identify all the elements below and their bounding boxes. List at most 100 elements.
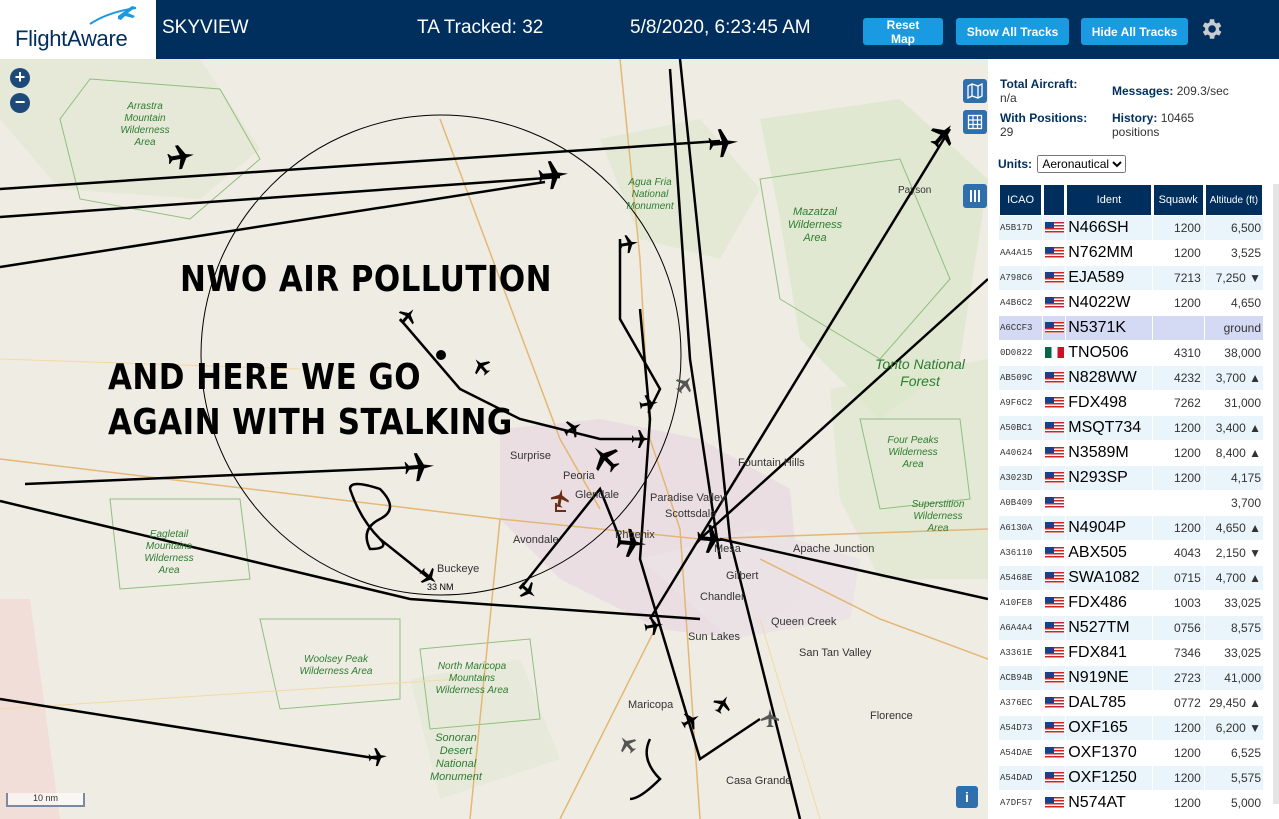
column-header-flag[interactable] bbox=[1043, 184, 1066, 216]
icao-cell: A376EC bbox=[999, 691, 1043, 716]
info-button[interactable]: i bbox=[956, 786, 978, 808]
altitude-cell: 3,700 bbox=[1204, 491, 1263, 516]
units-select[interactable]: Aeronautical bbox=[1037, 155, 1127, 173]
units-control: Units: Aeronautical bbox=[998, 155, 1127, 173]
grid-icon[interactable] bbox=[963, 110, 987, 134]
table-row[interactable]: A3023D N293SP 1200 4,175 bbox=[999, 466, 1263, 491]
ident-cell: N527TM bbox=[1066, 616, 1152, 641]
altitude-cell: 5,575 bbox=[1204, 766, 1263, 791]
flightaware-logo[interactable]: FlightAware bbox=[0, 0, 156, 59]
zoom-out-button[interactable]: − bbox=[10, 93, 30, 113]
place-label: Paradise Valley bbox=[650, 492, 726, 504]
table-row[interactable]: 0D0822 TNO506 4310 38,000 bbox=[999, 341, 1263, 366]
zoom-in-button[interactable]: + bbox=[10, 68, 30, 88]
icao-cell: A54D73 bbox=[999, 716, 1043, 741]
aircraft-table: ICAO Ident Squawk Altitude (ft) A5B17D N4… bbox=[998, 184, 1264, 816]
icao-cell: A54DAE bbox=[999, 741, 1043, 766]
place-label: Maricopa bbox=[628, 699, 674, 711]
country-flag-icon bbox=[1043, 416, 1066, 441]
us-flag-icon bbox=[1045, 422, 1065, 434]
ident-cell: EJA589 bbox=[1066, 266, 1152, 291]
table-row[interactable]: A50BC1 MSQT734 1200 3,400 ▲ bbox=[999, 416, 1263, 441]
ident-cell: TNO506 bbox=[1066, 341, 1152, 366]
table-row[interactable]: A376EC DAL785 0772 29,450 ▲ bbox=[999, 691, 1263, 716]
table-row[interactable]: A0B409 3,700 bbox=[999, 491, 1263, 516]
reset-map-button[interactable]: Reset Map bbox=[863, 18, 943, 46]
us-flag-icon bbox=[1045, 397, 1065, 409]
table-scrollbar[interactable] bbox=[1273, 184, 1279, 804]
squawk-cell: 1200 bbox=[1152, 791, 1204, 816]
squawk-cell: 7213 bbox=[1152, 266, 1204, 291]
tracked-count: TA Tracked: 32 bbox=[417, 17, 544, 38]
place-label: San Tan Valley bbox=[799, 647, 872, 659]
squawk-cell: 1200 bbox=[1152, 516, 1204, 541]
range-ring-label: 33 NM bbox=[427, 582, 454, 592]
total-aircraft: Total Aircraft: n/a bbox=[1000, 77, 1077, 105]
column-header-icao[interactable]: ICAO bbox=[999, 184, 1043, 216]
squawk-cell: 1200 bbox=[1152, 291, 1204, 316]
us-flag-icon bbox=[1045, 372, 1065, 384]
table-row[interactable]: A6A4A4 N527TM 0756 8,575 bbox=[999, 616, 1263, 641]
settings-gear-icon[interactable] bbox=[1198, 16, 1224, 42]
table-row[interactable]: A5468E SWA1082 0715 4,700 ▲ bbox=[999, 566, 1263, 591]
place-label: Buckeye bbox=[437, 563, 480, 575]
altitude-cell: 4,650 bbox=[1204, 291, 1263, 316]
ident-cell: N3589M bbox=[1066, 441, 1152, 466]
country-flag-icon bbox=[1043, 266, 1066, 291]
icao-cell: AB509C bbox=[999, 366, 1043, 391]
us-flag-icon bbox=[1045, 522, 1065, 534]
us-flag-icon bbox=[1045, 622, 1065, 634]
table-row[interactable]: A9F6C2 FDX498 7262 31,000 bbox=[999, 391, 1263, 416]
table-row[interactable]: AA4A15 N762MM 1200 3,525 bbox=[999, 241, 1263, 266]
column-header-squawk[interactable]: Squawk bbox=[1152, 184, 1204, 216]
altitude-cell: 33,025 bbox=[1204, 641, 1263, 666]
country-flag-icon bbox=[1043, 366, 1066, 391]
table-row[interactable]: A6130A N4904P 1200 4,650 ▲ bbox=[999, 516, 1263, 541]
table-row[interactable]: A36110 ABX505 4043 2,150 ▼ bbox=[999, 541, 1263, 566]
altitude-cell: 6,200 ▼ bbox=[1204, 716, 1263, 741]
us-flag-icon bbox=[1045, 472, 1065, 484]
overlay-caption-2: AND HERE WE GO bbox=[108, 357, 422, 398]
hide-all-tracks-button[interactable]: Hide All Tracks bbox=[1081, 18, 1188, 45]
ident-cell: N762MM bbox=[1066, 241, 1152, 266]
total-aircraft-label: Total Aircraft: bbox=[1000, 77, 1078, 91]
table-row[interactable]: A3361E FDX841 7346 33,025 bbox=[999, 641, 1263, 666]
icao-cell: 0D0822 bbox=[999, 341, 1043, 366]
place-label: Peoria bbox=[563, 470, 595, 482]
altitude-cell: 3,525 bbox=[1204, 241, 1263, 266]
history-label: History: bbox=[1112, 111, 1158, 125]
table-row[interactable]: AB509C N828WW 4232 3,700 ▲ bbox=[999, 366, 1263, 391]
column-header-ident[interactable]: Ident bbox=[1066, 184, 1152, 216]
country-flag-icon bbox=[1043, 566, 1066, 591]
squawk-cell: 1200 bbox=[1152, 416, 1204, 441]
squawk-cell: 4043 bbox=[1152, 541, 1204, 566]
table-row[interactable]: A54DAE OXF1370 1200 6,525 bbox=[999, 741, 1263, 766]
ident-cell: N4904P bbox=[1066, 516, 1152, 541]
map-layers-icon[interactable] bbox=[963, 79, 987, 103]
map-view[interactable]: Surprise Peoria Glendale Paradise Valley… bbox=[0, 59, 988, 819]
columns-icon[interactable] bbox=[963, 184, 987, 208]
ident-cell: ABX505 bbox=[1066, 541, 1152, 566]
altitude-cell: 8,400 ▲ bbox=[1204, 441, 1263, 466]
squawk-cell: 0715 bbox=[1152, 566, 1204, 591]
icao-cell: AA4A15 bbox=[999, 241, 1043, 266]
table-row[interactable]: A798C6 EJA589 7213 7,250 ▼ bbox=[999, 266, 1263, 291]
table-row[interactable]: A7DF57 N574AT 1200 5,000 bbox=[999, 791, 1263, 816]
table-row[interactable]: A6CCF3 N5371K ground bbox=[999, 316, 1263, 341]
table-row[interactable]: A4B6C2 N4022W 1200 4,650 bbox=[999, 291, 1263, 316]
show-all-tracks-button[interactable]: Show All Tracks bbox=[956, 18, 1069, 45]
ident-cell: N293SP bbox=[1066, 466, 1152, 491]
icao-cell: A6CCF3 bbox=[999, 316, 1043, 341]
table-row[interactable]: A10FE8 FDX486 1003 33,025 bbox=[999, 591, 1263, 616]
table-row[interactable]: A54DAD OXF1250 1200 5,575 bbox=[999, 766, 1263, 791]
table-row[interactable]: ACB94B N919NE 2723 41,000 bbox=[999, 666, 1263, 691]
column-header-altitude[interactable]: Altitude (ft) bbox=[1204, 184, 1263, 216]
table-row[interactable]: A40624 N3589M 1200 8,400 ▲ bbox=[999, 441, 1263, 466]
country-flag-icon bbox=[1043, 541, 1066, 566]
table-row[interactable]: A54D73 OXF165 1200 6,200 ▼ bbox=[999, 716, 1263, 741]
place-label: Glendale bbox=[575, 489, 620, 501]
country-flag-icon bbox=[1043, 341, 1066, 366]
altitude-cell: 4,175 bbox=[1204, 466, 1263, 491]
table-row[interactable]: A5B17D N466SH 1200 6,500 bbox=[999, 216, 1263, 241]
mexico-flag-icon bbox=[1045, 347, 1065, 359]
